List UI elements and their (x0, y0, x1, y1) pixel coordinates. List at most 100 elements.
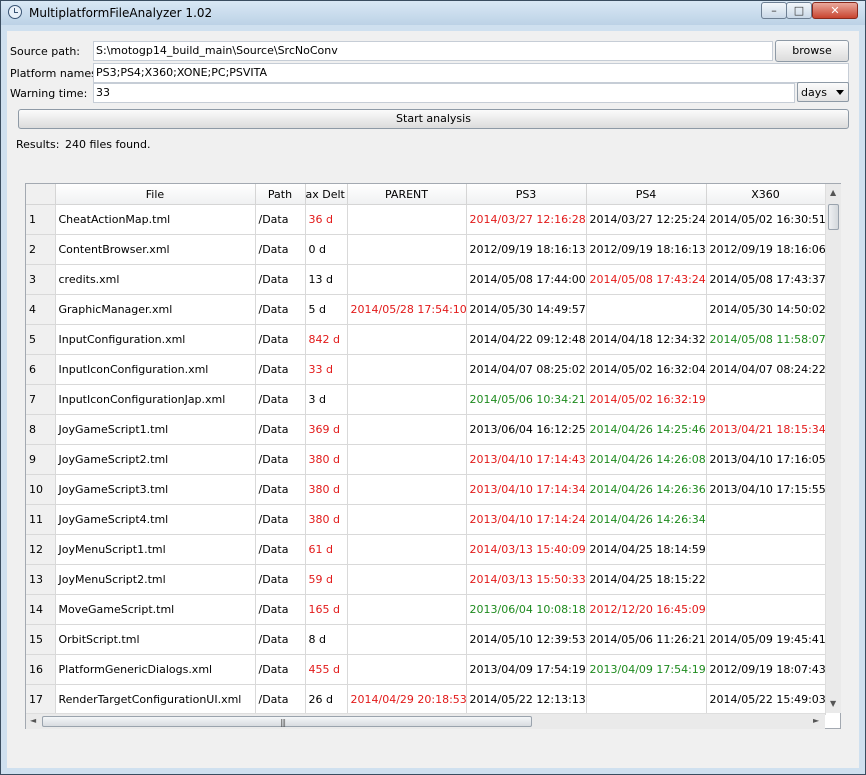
path-cell[interactable]: /Data (255, 654, 306, 685)
path-cell[interactable]: /Data (255, 624, 306, 655)
file-cell[interactable]: GraphicManager.xml (55, 294, 256, 325)
parent-cell[interactable] (347, 354, 467, 385)
parent-cell[interactable] (347, 534, 467, 565)
ps3-cell[interactable]: 2013/04/10 17:14:24 (466, 504, 587, 535)
file-cell[interactable]: ContentBrowser.xml (55, 234, 256, 265)
path-cell[interactable]: /Data (255, 354, 306, 385)
ps3-cell[interactable]: 2014/05/30 14:49:57 (466, 294, 587, 325)
ps4-cell[interactable]: 2014/04/26 14:26:08 (586, 444, 707, 475)
row-number-cell[interactable]: 5 (26, 324, 56, 355)
table-row[interactable]: 8 JoyGameScript1.tml/Data 369 d 2013/06/04 … (26, 414, 826, 445)
parent-cell[interactable] (347, 654, 467, 685)
horizontal-scrollbar[interactable]: ◄ ||| ► (26, 713, 825, 729)
table-row[interactable]: 1 CheatActionMap.tml/Data 36 d 2014/03/27 1… (26, 204, 826, 235)
scroll-left-icon[interactable]: ◄ (30, 716, 36, 725)
x360-cell[interactable]: 2013/04/10 17:15:55 (706, 474, 826, 505)
row-number-cell[interactable]: 1 (26, 204, 56, 235)
row-number-cell[interactable]: 6 (26, 354, 56, 385)
row-number-cell[interactable]: 12 (26, 534, 56, 565)
ps3-cell[interactable]: 2014/03/27 12:16:28 (466, 204, 587, 235)
delta-cell[interactable]: 165 d (305, 594, 348, 625)
ps3-cell[interactable]: 2014/03/13 15:40:09 (466, 534, 587, 565)
column-header-max-delta[interactable]: ax Delt (305, 184, 348, 205)
delta-cell[interactable]: 3 d (305, 384, 348, 415)
file-cell[interactable]: JoyMenuScript1.tml (55, 534, 256, 565)
ps3-cell[interactable]: 2013/06/04 16:12:25 (466, 414, 587, 445)
table-row[interactable]: 16 PlatformGenericDialogs.xml/Data 455 d 20… (26, 654, 826, 685)
ps4-cell[interactable]: 2014/04/25 18:14:59 (586, 534, 707, 565)
scroll-up-icon[interactable]: ▲ (830, 188, 836, 197)
delta-cell[interactable]: 5 d (305, 294, 348, 325)
file-cell[interactable]: JoyGameScript3.tml (55, 474, 256, 505)
row-number-cell[interactable]: 17 (26, 684, 56, 715)
table-row[interactable]: 14 MoveGameScript.tml/Data 165 d 2013/06/04… (26, 594, 826, 625)
parent-cell[interactable] (347, 324, 467, 355)
maximize-button[interactable]: □ (786, 2, 812, 19)
table-row[interactable]: 13 JoyMenuScript2.tml/Data 59 d 2014/03/13 … (26, 564, 826, 595)
ps4-cell[interactable]: 2012/09/19 18:16:13 (586, 234, 707, 265)
path-cell[interactable]: /Data (255, 204, 306, 235)
file-cell[interactable]: RenderTargetConfigurationUI.xml (55, 684, 256, 715)
ps3-cell[interactable]: 2014/03/13 15:50:33 (466, 564, 587, 595)
ps3-cell[interactable]: 2014/05/06 10:34:21 (466, 384, 587, 415)
delta-cell[interactable]: 455 d (305, 654, 348, 685)
row-number-cell[interactable]: 16 (26, 654, 56, 685)
delta-cell[interactable]: 13 d (305, 264, 348, 295)
delta-cell[interactable]: 380 d (305, 474, 348, 505)
delta-cell[interactable]: 8 d (305, 624, 348, 655)
delta-cell[interactable]: 842 d (305, 324, 348, 355)
ps4-cell[interactable]: 2014/05/02 16:32:04 (586, 354, 707, 385)
table-row[interactable]: 7 InputIconConfigurationJap.xml/Data 3 d 20… (26, 384, 826, 415)
file-cell[interactable]: JoyGameScript1.tml (55, 414, 256, 445)
ps4-cell[interactable]: 2014/05/06 11:26:21 (586, 624, 707, 655)
x360-cell[interactable]: 2014/05/30 14:50:02 (706, 294, 826, 325)
delta-cell[interactable]: 36 d (305, 204, 348, 235)
scroll-right-icon[interactable]: ► (813, 716, 819, 725)
ps4-cell[interactable]: 2012/12/20 16:45:09 (586, 594, 707, 625)
table-row[interactable]: 17 RenderTargetConfigurationUI.xml/Data 26… (26, 684, 826, 715)
table-row[interactable]: 15 OrbitScript.tml/Data 8 d 2014/05/10 12:3… (26, 624, 826, 655)
close-button[interactable]: ✕ (812, 2, 858, 19)
column-header-file[interactable]: File (55, 184, 256, 205)
file-cell[interactable]: InputConfiguration.xml (55, 324, 256, 355)
file-cell[interactable]: OrbitScript.tml (55, 624, 256, 655)
ps3-cell[interactable]: 2014/05/10 12:39:53 (466, 624, 587, 655)
x360-cell[interactable] (706, 534, 826, 565)
x360-cell[interactable]: 2012/09/19 18:16:06 (706, 234, 826, 265)
delta-cell[interactable]: 33 d (305, 354, 348, 385)
parent-cell[interactable]: 2014/05/28 17:54:10 (347, 294, 467, 325)
table-row[interactable]: 6 InputIconConfiguration.xml/Data 33 d 2014… (26, 354, 826, 385)
file-cell[interactable]: CheatActionMap.tml (55, 204, 256, 235)
ps4-cell[interactable]: 2014/05/08 17:43:24 (586, 264, 707, 295)
file-cell[interactable]: JoyMenuScript2.tml (55, 564, 256, 595)
path-cell[interactable]: /Data (255, 384, 306, 415)
ps4-cell[interactable]: 2014/04/26 14:26:36 (586, 474, 707, 505)
table-row[interactable]: 5 InputConfiguration.xml/Data 842 d 2014/04… (26, 324, 826, 355)
path-cell[interactable]: /Data (255, 534, 306, 565)
ps3-cell[interactable]: 2014/05/08 17:44:00 (466, 264, 587, 295)
table-row[interactable]: 2 ContentBrowser.xml/Data 0 d 2012/09/19 18… (26, 234, 826, 265)
table-row[interactable]: 10 JoyGameScript3.tml/Data 380 d 2013/04/10… (26, 474, 826, 505)
ps3-cell[interactable]: 2013/04/09 17:54:19 (466, 654, 587, 685)
row-number-cell[interactable]: 9 (26, 444, 56, 475)
delta-cell[interactable]: 380 d (305, 444, 348, 475)
path-cell[interactable]: /Data (255, 504, 306, 535)
file-cell[interactable]: PlatformGenericDialogs.xml (55, 654, 256, 685)
ps3-cell[interactable]: 2013/06/04 10:08:18 (466, 594, 587, 625)
x360-cell[interactable] (706, 504, 826, 535)
row-number-cell[interactable]: 3 (26, 264, 56, 295)
file-cell[interactable]: InputIconConfiguration.xml (55, 354, 256, 385)
delta-cell[interactable]: 380 d (305, 504, 348, 535)
file-cell[interactable]: JoyGameScript4.tml (55, 504, 256, 535)
table-row[interactable]: 12 JoyMenuScript1.tml/Data 61 d 2014/03/13 … (26, 534, 826, 565)
horizontal-scroll-thumb[interactable]: ||| (42, 716, 532, 727)
column-header-parent[interactable]: PARENT (347, 184, 467, 205)
delta-cell[interactable]: 0 d (305, 234, 348, 265)
parent-cell[interactable] (347, 414, 467, 445)
path-cell[interactable]: /Data (255, 264, 306, 295)
time-unit-select[interactable]: days (797, 82, 849, 102)
x360-cell[interactable]: 2014/05/09 19:45:41 (706, 624, 826, 655)
file-cell[interactable]: credits.xml (55, 264, 256, 295)
parent-cell[interactable] (347, 474, 467, 505)
file-cell[interactable]: InputIconConfigurationJap.xml (55, 384, 256, 415)
